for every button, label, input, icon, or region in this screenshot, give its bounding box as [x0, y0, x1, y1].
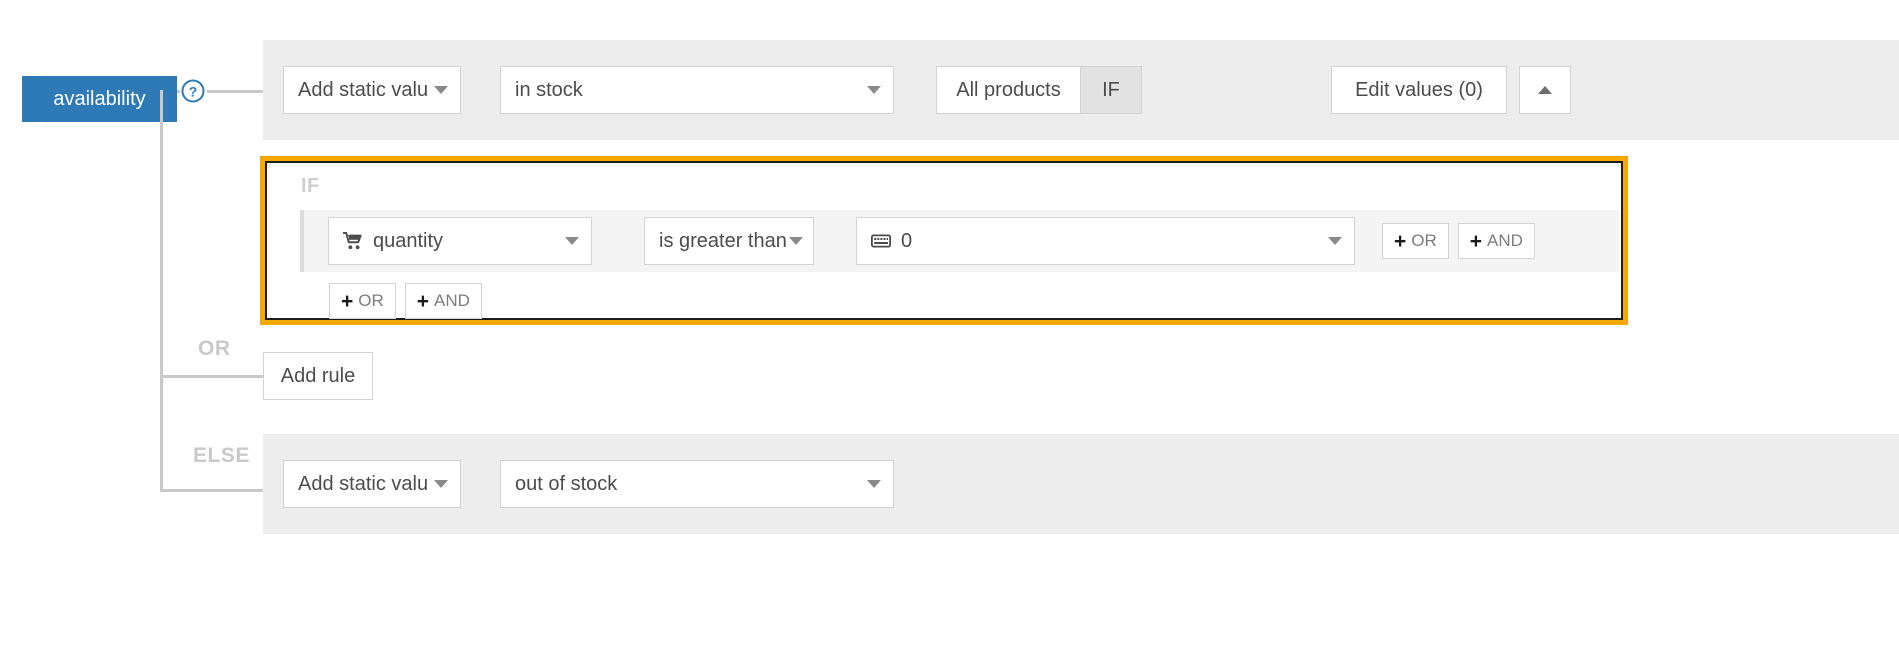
value-source-select[interactable]: Add static valu	[283, 66, 461, 114]
condition-add-buttons: + OR + AND	[1382, 223, 1535, 259]
if-condition-block-inner: IF quantity is greater than 0 + OR + AND…	[265, 161, 1623, 320]
add-rule-label: Add rule	[280, 364, 356, 387]
condition-row: quantity is greater than 0 + OR + AND	[300, 210, 1619, 272]
edit-values-label: Edit values (0)	[1355, 78, 1483, 101]
rule-builder-canvas: availability ? OR ELSE Add static valu i…	[0, 0, 1899, 657]
static-value-label: in stock	[515, 78, 583, 101]
condition-field-label: quantity	[373, 229, 444, 252]
else-static-value-label: out of stock	[515, 472, 618, 495]
connector-branch-or	[160, 375, 265, 378]
branch-label-or: OR	[198, 337, 231, 360]
attribute-badge[interactable]: availability	[22, 76, 177, 122]
connector-help-to-main-row	[207, 90, 263, 93]
main-value-row: Add static valu in stock All products IF…	[263, 40, 1899, 140]
value-source-label: Add static valu	[298, 78, 429, 101]
if-condition-block: IF quantity is greater than 0 + OR + AND…	[260, 156, 1628, 325]
condition-add-or-label: OR	[1411, 231, 1437, 250]
else-value-source-label: Add static valu	[298, 472, 429, 495]
branch-label-else: ELSE	[193, 444, 250, 467]
condition-add-and-label: AND	[1487, 231, 1523, 250]
scope-if-button[interactable]: IF	[1080, 66, 1142, 114]
condition-add-and-button[interactable]: + AND	[1457, 223, 1535, 259]
scope-toggle-group: All products IF	[936, 66, 1142, 114]
connector-trunk	[160, 90, 163, 492]
footer-add-or-button[interactable]: + OR	[329, 283, 396, 319]
attribute-badge-label: availability	[53, 87, 146, 110]
if-block-title: IF	[301, 175, 320, 197]
chevron-down-icon	[867, 480, 881, 488]
chevron-down-icon	[867, 86, 881, 94]
footer-add-and-label: AND	[434, 291, 470, 310]
plus-icon: +	[1469, 229, 1483, 253]
condition-value-select[interactable]: 0	[856, 217, 1355, 265]
condition-operator-label: is greater than	[659, 229, 787, 252]
plus-icon: +	[341, 289, 354, 313]
else-value-source-select[interactable]: Add static valu	[283, 460, 461, 508]
edit-values-button[interactable]: Edit values (0)	[1331, 66, 1507, 114]
chevron-down-icon	[434, 480, 448, 488]
plus-icon: +	[1394, 229, 1407, 253]
scope-all-products-button[interactable]: All products	[936, 66, 1081, 114]
footer-add-or-label: OR	[358, 291, 384, 310]
svg-text:?: ?	[189, 84, 198, 100]
chevron-up-icon	[1538, 86, 1552, 94]
connector-branch-else	[160, 489, 265, 492]
or-row: Add rule	[263, 352, 373, 400]
if-block-footer-buttons: + OR + AND	[329, 283, 482, 319]
else-static-value-select[interactable]: out of stock	[500, 460, 894, 508]
add-rule-button[interactable]: Add rule	[263, 352, 373, 400]
condition-add-or-button[interactable]: + OR	[1382, 223, 1449, 259]
scope-if-label: IF	[1102, 78, 1120, 101]
condition-operator-select[interactable]: is greater than	[644, 217, 814, 265]
footer-add-and-button[interactable]: + AND	[404, 283, 482, 319]
chevron-down-icon	[789, 237, 803, 245]
chevron-down-icon	[1328, 237, 1342, 245]
plus-icon: +	[416, 289, 430, 313]
keyboard-icon	[871, 234, 891, 248]
collapse-section-button[interactable]	[1519, 66, 1571, 114]
chevron-down-icon	[434, 86, 448, 94]
static-value-select[interactable]: in stock	[500, 66, 894, 114]
shopping-cart-icon	[343, 232, 363, 250]
else-value-row: Add static valu out of stock	[263, 434, 1899, 534]
condition-value-label: 0	[901, 229, 913, 252]
question-circle-icon[interactable]: ?	[180, 78, 206, 104]
chevron-down-icon	[565, 237, 579, 245]
condition-field-select[interactable]: quantity	[328, 217, 592, 265]
scope-all-products-label: All products	[956, 78, 1061, 101]
